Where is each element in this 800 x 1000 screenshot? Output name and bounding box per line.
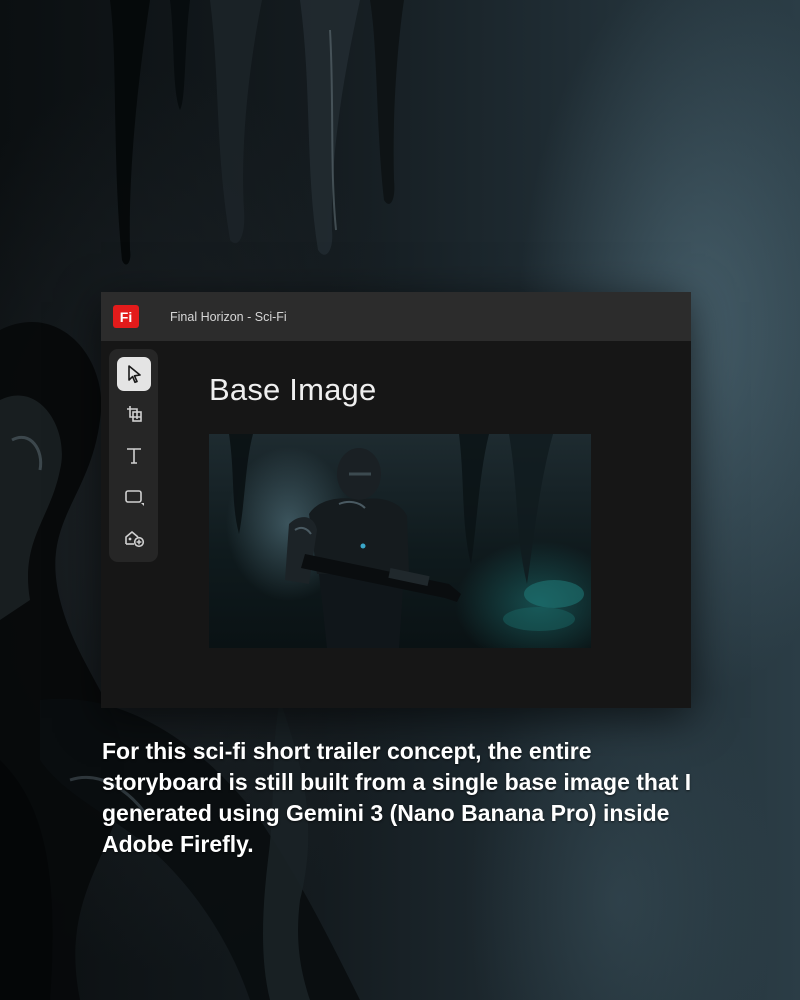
tool-crop[interactable] <box>117 397 151 431</box>
tool-generate-image[interactable] <box>117 521 151 555</box>
tool-panel <box>109 349 158 562</box>
text-icon <box>127 448 141 464</box>
section-heading: Base Image <box>209 372 377 407</box>
firefly-logo[interactable]: Fi <box>113 305 139 328</box>
base-image[interactable] <box>209 434 591 648</box>
window-title: Final Horizon - Sci-Fi <box>170 309 287 324</box>
rectangle-shape-icon <box>125 490 144 506</box>
tool-shape[interactable] <box>117 480 151 514</box>
generate-image-icon <box>125 531 145 548</box>
pointer-icon <box>128 365 141 384</box>
tool-text[interactable] <box>117 439 151 473</box>
armored-soldier-image <box>229 434 584 648</box>
tool-pointer[interactable] <box>117 357 151 391</box>
app-window: Fi Final Horizon - Sci-Fi Base Image <box>101 292 691 708</box>
crop-icon <box>127 406 142 422</box>
title-bar: Fi Final Horizon - Sci-Fi <box>101 292 691 341</box>
caption-text: For this sci-fi short trailer concept, t… <box>102 738 692 857</box>
